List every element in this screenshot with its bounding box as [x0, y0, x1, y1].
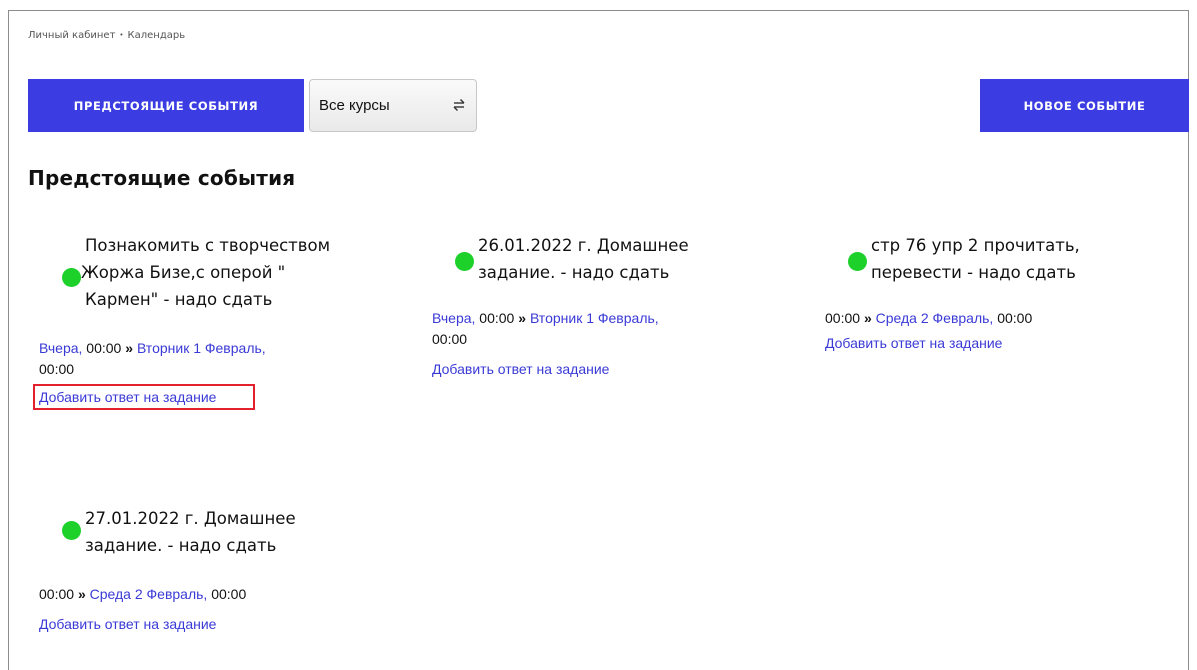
event-arrow: »	[77, 586, 86, 602]
event-title-line: 26.01.2022 г. Домашнее	[478, 236, 689, 255]
event-end-time: 00:00	[39, 361, 75, 377]
event-title-line: 27.01.2022 г. Домашнее	[85, 509, 296, 528]
event-time: 00:00 » Среда 2 Февраль, 00:00	[825, 308, 1080, 329]
event-start-time: 00:00	[82, 340, 126, 356]
event-title-line: Кармен" - надо сдать	[85, 290, 273, 309]
event-title-line: задание. - надо сдать	[478, 263, 670, 282]
add-answer-link[interactable]: Добавить ответ на задание	[39, 616, 216, 632]
event-title: Познакомить с творчеством Жоржа Бизе,с о…	[39, 232, 330, 313]
status-dot-icon	[62, 268, 81, 287]
course-select-value: Все курсы	[319, 97, 390, 114]
event-time: Вчера, 00:00 » Вторник 1 Февраль, 00:00	[39, 338, 330, 380]
add-answer-link[interactable]: Добавить ответ на задание	[825, 335, 1002, 351]
event-end-link[interactable]: Среда 2 Февраль,	[876, 310, 994, 326]
event-title: 26.01.2022 г. Домашнее задание. - надо с…	[432, 232, 689, 286]
event-end-time: 00:00	[207, 586, 247, 602]
event-arrow: »	[863, 310, 872, 326]
add-answer-link[interactable]: Добавить ответ на задание	[432, 361, 609, 377]
event-title-line: Познакомить с творчеством	[85, 236, 331, 255]
new-event-button[interactable]: НОВОЕ СОБЫТИЕ	[980, 79, 1189, 132]
event-card: Познакомить с творчеством Жоржа Бизе,с о…	[33, 232, 330, 410]
event-end-link[interactable]: Среда 2 Февраль,	[90, 586, 208, 602]
status-dot-icon	[455, 252, 474, 271]
event-start-time: 00:00	[825, 310, 864, 326]
event-end-link[interactable]: Вторник 1 Февраль,	[137, 340, 266, 356]
breadcrumb-separator: •	[119, 31, 124, 39]
event-time: Вчера, 00:00 » Вторник 1 Февраль, 00:00	[432, 308, 689, 350]
breadcrumb-item-cabinet[interactable]: Личный кабинет	[28, 30, 115, 41]
course-select[interactable]: Все курсы	[309, 79, 477, 132]
event-card: 27.01.2022 г. Домашнее задание. - надо с…	[39, 505, 296, 633]
event-arrow: »	[125, 340, 134, 356]
event-title: 27.01.2022 г. Домашнее задание. - надо с…	[39, 505, 296, 559]
status-dot-icon	[848, 252, 867, 271]
event-start-time: 00:00	[39, 586, 78, 602]
add-answer-link[interactable]: Добавить ответ на задание	[33, 384, 255, 410]
select-arrows-icon	[453, 99, 465, 111]
breadcrumb-item-calendar: Календарь	[127, 30, 186, 41]
breadcrumb: Личный кабинет • Календарь	[28, 30, 185, 41]
event-time: 00:00 » Среда 2 Февраль, 00:00	[39, 584, 296, 605]
event-end-link[interactable]: Вторник 1 Февраль,	[530, 310, 659, 326]
event-title-line: задание. - надо сдать	[85, 536, 277, 555]
event-end-time: 00:00	[993, 310, 1033, 326]
event-title-line: Жоржа Бизе,с оперой "	[81, 263, 286, 282]
page-title: Предстоящие события	[28, 166, 296, 190]
upcoming-events-button[interactable]: ПРЕДСТОЯЩИЕ СОБЫТИЯ	[28, 79, 304, 132]
event-title: стр 76 упр 2 прочитать, перевести - надо…	[825, 232, 1080, 286]
event-start-link[interactable]: Вчера,	[39, 340, 82, 356]
event-arrow: »	[518, 310, 527, 326]
event-start-time: 00:00	[475, 310, 519, 326]
event-start-link[interactable]: Вчера,	[432, 310, 475, 326]
status-dot-icon	[62, 521, 81, 540]
event-title-line: перевести - надо сдать	[871, 263, 1076, 282]
event-title-line: стр 76 упр 2 прочитать,	[871, 236, 1080, 255]
event-card: 26.01.2022 г. Домашнее задание. - надо с…	[432, 232, 689, 378]
event-end-time: 00:00	[432, 331, 468, 347]
event-card: стр 76 упр 2 прочитать, перевести - надо…	[825, 232, 1080, 352]
